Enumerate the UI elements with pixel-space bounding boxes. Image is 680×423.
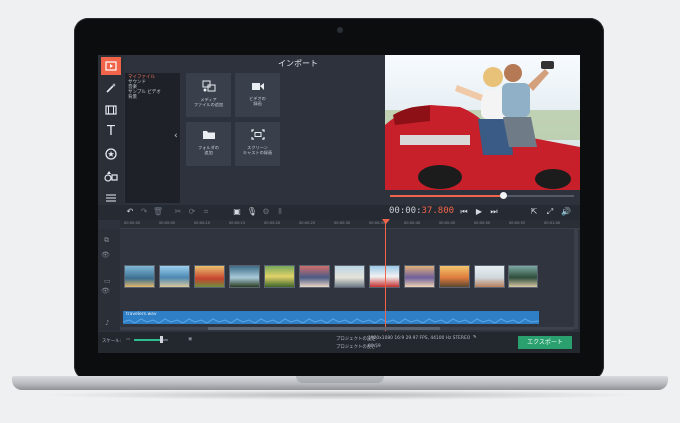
playhead-marker[interactable] — [382, 219, 390, 224]
settings-gear-icon[interactable]: ⚙ — [260, 206, 272, 218]
timeline-scroll-thumb[interactable] — [208, 327, 440, 330]
timeline-toolbar — [98, 205, 580, 220]
video-clip[interactable] — [508, 265, 538, 288]
app-window: T マイファイル サウンド 音楽 サンプル ビデオ 背景 ‹ インポート メディ… — [98, 55, 580, 353]
screen-capture-icon — [235, 129, 280, 143]
video-clip[interactable] — [474, 265, 505, 288]
laptop-notch — [296, 376, 384, 383]
ruler-tick-label: 00:00:30 — [334, 221, 351, 225]
timeline-vertical-scrollbar[interactable] — [574, 229, 578, 329]
tile-label: キャストの録画 — [242, 150, 273, 155]
import-category-list: マイファイル サウンド 音楽 サンプル ビデオ 背景 — [125, 73, 180, 203]
project-length-value: 00:59 — [368, 344, 381, 349]
add-folder-button[interactable]: フォルダの 追加 — [186, 122, 231, 166]
video-clip[interactable] — [124, 265, 155, 288]
link-icon[interactable]: ⧉ — [104, 236, 109, 245]
ruler-tick-label: 00:00:05 — [159, 221, 176, 225]
ruler-tick-label: 00:00:40 — [404, 221, 421, 225]
category-backgrounds[interactable]: 背景 — [128, 95, 137, 100]
ruler-tick-label: 00:00:15 — [229, 221, 246, 225]
eye-icon[interactable]: 👁 — [101, 287, 110, 295]
eye-icon[interactable]: 👁 — [101, 251, 110, 259]
edit-pencil-icon[interactable]: ✎ — [473, 335, 477, 340]
preview-scrubber-handle[interactable] — [500, 192, 507, 199]
redo-icon[interactable]: ↷ — [138, 206, 150, 218]
folder-icon — [186, 129, 231, 143]
panel-title: インポート — [278, 59, 318, 68]
ruler-tick-label: 00:00:50 — [474, 221, 491, 225]
ruler-tick-label: 00:00:00 — [124, 221, 141, 225]
video-track-icon: ▭ — [104, 277, 111, 285]
equalizer-icon[interactable]: ⦀ — [274, 206, 286, 218]
scale-label: スケール: — [102, 339, 122, 344]
stickers-icon[interactable] — [101, 145, 121, 163]
timecode-display: 00:00:37.800 — [389, 206, 454, 216]
undo-icon[interactable]: ↶ — [124, 206, 136, 218]
video-preview — [385, 55, 580, 190]
media-files-icon — [186, 80, 231, 95]
zoom-slider-fill — [134, 339, 162, 341]
video-clip[interactable] — [229, 265, 260, 288]
image-icon[interactable]: ▣ — [231, 206, 243, 218]
record-video-button[interactable]: ビデオの 録画 — [235, 73, 280, 117]
magic-wand-icon[interactable] — [101, 79, 121, 97]
export-frame-icon[interactable]: ⇱ — [528, 206, 540, 218]
laptop-shadow — [40, 390, 640, 400]
video-clip[interactable] — [439, 265, 470, 288]
video-clip[interactable] — [404, 265, 435, 288]
ruler-tick-label: 00:00:55 — [509, 221, 526, 225]
left-toolbar: T — [98, 55, 124, 205]
video-clip[interactable] — [159, 265, 190, 288]
webcam — [337, 27, 343, 33]
preview-scrubber-progress — [390, 195, 503, 197]
video-clip[interactable] — [264, 265, 295, 288]
zoom-out-icon[interactable]: ▭ — [126, 337, 130, 342]
tile-label: 録画 — [253, 101, 262, 106]
crop-icon[interactable]: ⌗ — [200, 206, 212, 218]
export-button[interactable]: エクスポート — [518, 336, 572, 349]
add-media-files-button[interactable]: メディア ファイルの追加 — [186, 73, 231, 117]
ruler-tick-label: 00:00:20 — [264, 221, 281, 225]
video-clip[interactable] — [334, 265, 365, 288]
filmstrip-icon[interactable] — [101, 101, 121, 119]
next-frame-icon[interactable]: ⏭ — [488, 206, 500, 218]
transitions-icon[interactable] — [101, 167, 121, 185]
audio-clip-name: travelers.wav — [126, 312, 157, 317]
audio-clip[interactable] — [123, 311, 539, 324]
project-settings-value: 1920x1080 16:9 29.97 FPS, 44100 Hz STERE… — [368, 336, 471, 341]
cut-icon[interactable]: ✂ — [172, 206, 184, 218]
timecode-base: 00:00: — [389, 206, 422, 216]
delete-icon[interactable]: 🗑 — [152, 206, 164, 218]
timecode-fraction: 37.800 — [421, 206, 455, 216]
ruler-tick-label: 00:00:10 — [194, 221, 211, 225]
playhead[interactable] — [385, 220, 386, 331]
video-clip[interactable] — [194, 265, 225, 288]
microphone-icon[interactable]: 🎙 — [246, 206, 258, 218]
previous-frame-icon[interactable]: ⏮ — [458, 206, 470, 218]
volume-icon[interactable]: 🔊 — [560, 206, 572, 218]
video-camera-icon — [235, 80, 280, 94]
fullscreen-icon[interactable]: ⤢ — [544, 206, 556, 218]
titles-icon[interactable]: T — [101, 123, 121, 141]
rotate-icon[interactable]: ⟳ — [186, 206, 198, 218]
music-note-icon: ♪ — [105, 319, 110, 327]
video-track-clips — [124, 265, 538, 289]
ruler-tick-label: 00:00:45 — [439, 221, 456, 225]
import-tool-icon[interactable] — [101, 57, 121, 75]
ruler-tick-label: 00:01:00 — [544, 221, 561, 225]
play-icon[interactable]: ▶ — [473, 206, 485, 218]
video-clip[interactable] — [299, 265, 330, 288]
zoom-in-icon[interactable]: ▣ — [188, 337, 192, 342]
zoom-slider-handle[interactable] — [160, 336, 163, 343]
record-screencast-button[interactable]: スクリーン キャストの録画 — [235, 122, 280, 166]
tile-label: ファイルの追加 — [193, 102, 224, 107]
tile-label: 追加 — [204, 150, 213, 155]
collapse-panel-chevron-icon[interactable]: ‹ — [174, 131, 178, 141]
ruler-tick-label: 00:00:25 — [299, 221, 316, 225]
